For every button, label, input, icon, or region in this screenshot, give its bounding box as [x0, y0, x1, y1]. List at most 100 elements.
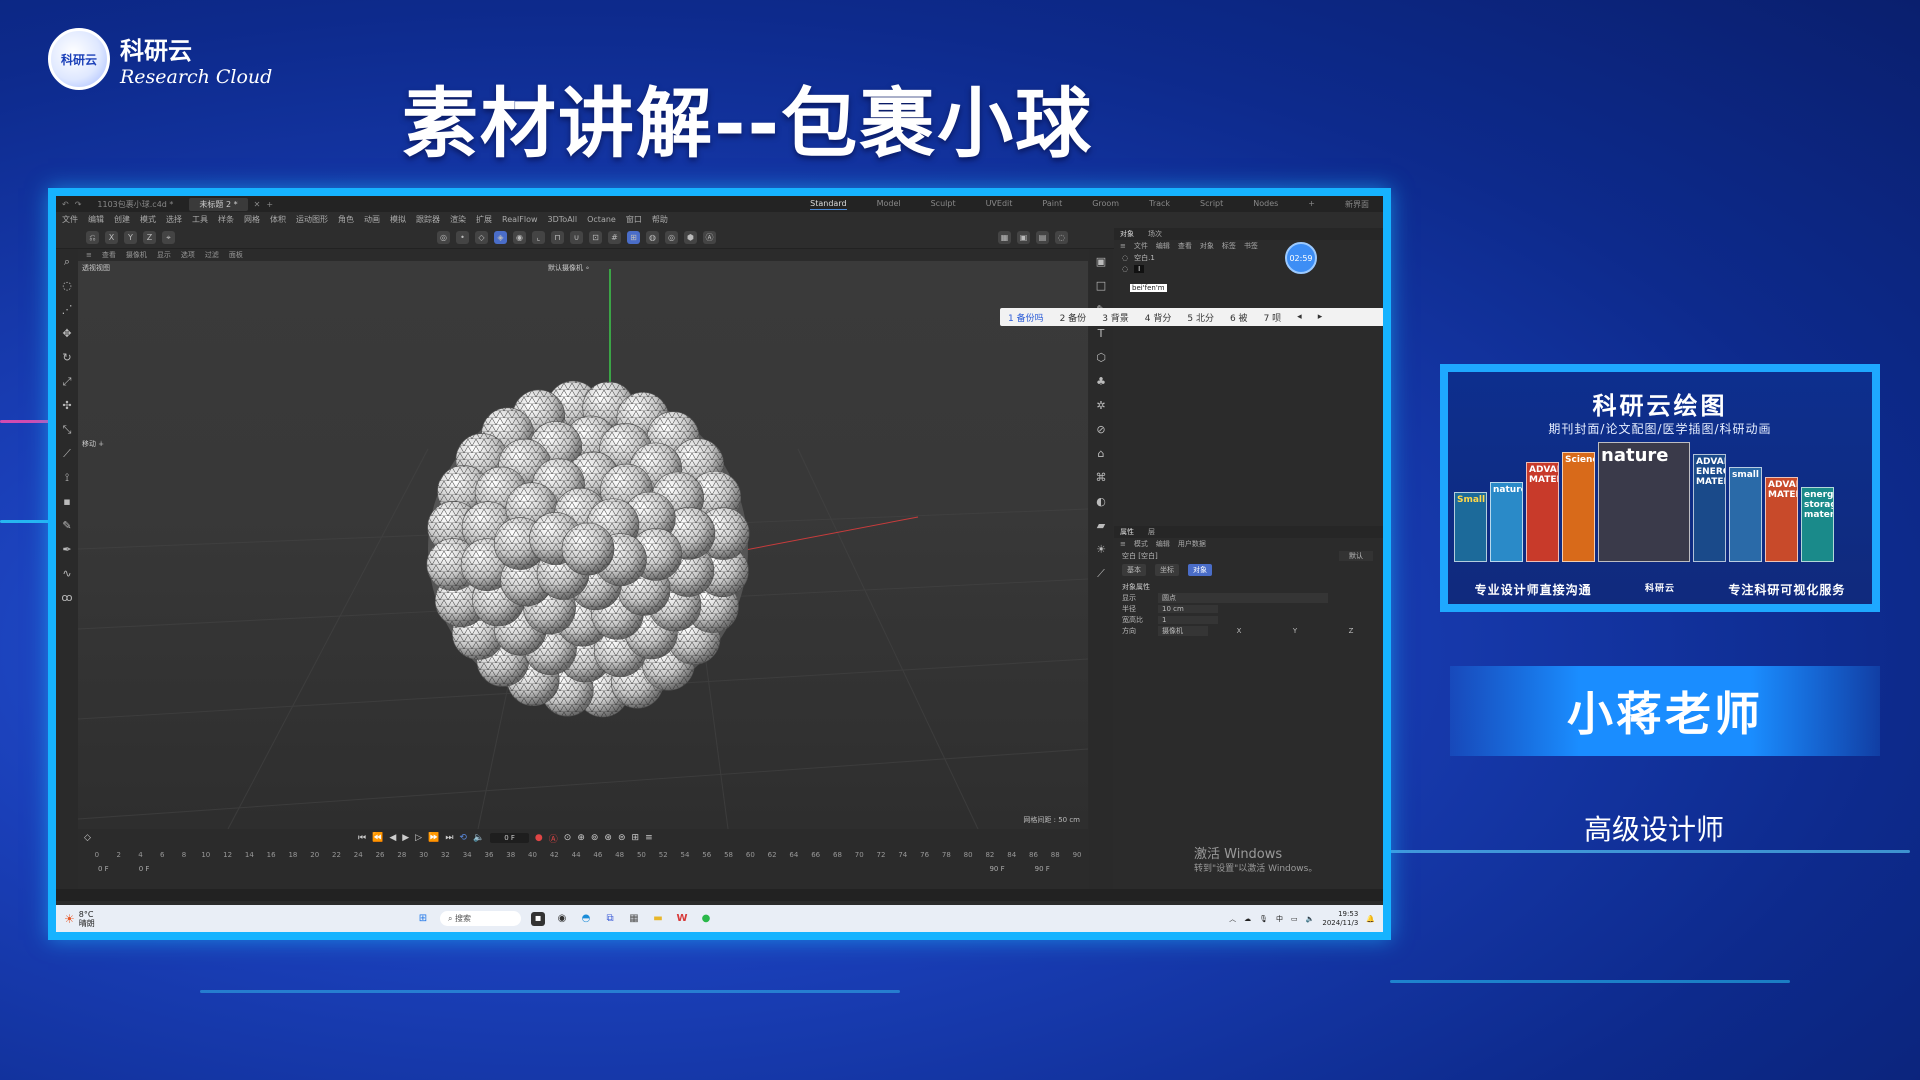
render-region-icon[interactable]: ◍ — [646, 231, 659, 244]
layout-uvedit[interactable]: UVEdit — [986, 199, 1013, 210]
render-settings-icon[interactable]: ⬢ — [684, 231, 697, 244]
selection-icon[interactable]: ◌ — [60, 279, 74, 293]
menu-item[interactable]: Octane — [587, 215, 616, 224]
workplane-icon[interactable]: ⊞ — [627, 231, 640, 244]
knife-icon[interactable]: ⟋ — [60, 447, 74, 461]
deformer-icon[interactable]: ✲ — [1094, 399, 1108, 413]
record-icon[interactable]: ● — [535, 833, 543, 843]
menu-item[interactable]: 角色 — [338, 214, 354, 225]
menu-item[interactable]: RealFlow — [502, 215, 538, 224]
camera-icon[interactable]: ◌ — [1055, 231, 1068, 244]
range-end[interactable]: 90 F — [1035, 865, 1050, 873]
mograph-icon[interactable]: ♣ — [1094, 375, 1108, 389]
text-icon[interactable]: T — [1094, 327, 1108, 341]
attr-field-aspect[interactable]: 宽高比 1 — [1114, 614, 1383, 625]
axis-z-icon[interactable]: Z — [143, 231, 156, 244]
aspect-input[interactable]: 1 — [1158, 615, 1218, 624]
menu-item[interactable]: 帮助 — [652, 214, 668, 225]
menu-item[interactable]: 窗口 — [626, 214, 642, 225]
loop-icon[interactable]: ⟲ — [459, 833, 467, 843]
menu-item[interactable]: 渲染 — [450, 214, 466, 225]
cinema4d-icon[interactable]: ⧉ — [603, 912, 617, 926]
live-select-icon[interactable]: ⋰ — [60, 303, 74, 317]
lock-icon[interactable]: ⊡ — [589, 231, 602, 244]
loop-select-icon[interactable]: ⟟ — [60, 471, 74, 485]
key-selection-icon[interactable]: ⊙ — [564, 833, 572, 843]
menu-item[interactable]: 样条 — [218, 214, 234, 225]
ime-next-icon[interactable]: ▸ — [1318, 312, 1323, 322]
object-row-renaming[interactable]: ◌ I — [1114, 263, 1383, 274]
hamburger-icon[interactable]: ≡ — [1120, 242, 1126, 250]
polygons-mode-icon[interactable]: ◈ — [494, 231, 507, 244]
menu-item[interactable]: 体积 — [270, 214, 286, 225]
current-frame-field[interactable]: 0 F — [490, 833, 529, 843]
volume-icon[interactable]: 🔈 — [1306, 915, 1315, 923]
folder-icon[interactable]: ▬ — [651, 912, 665, 926]
search-icon[interactable]: ⌕ — [60, 255, 74, 269]
orientation-select[interactable]: 摄像机 — [1158, 625, 1208, 636]
layout-standard[interactable]: Standard — [810, 199, 847, 210]
range-start[interactable]: 0 F — [98, 865, 109, 873]
om-menu-item[interactable]: 查看 — [1178, 241, 1192, 251]
om-menu-item[interactable]: 标签 — [1222, 241, 1236, 251]
layout-groom[interactable]: Groom — [1092, 199, 1119, 210]
field-icon[interactable]: ⊘ — [1094, 423, 1108, 437]
brush-icon[interactable]: ✎ — [60, 519, 74, 533]
calculator-icon[interactable]: ▦ — [627, 912, 641, 926]
layout-nodes[interactable]: Nodes — [1253, 199, 1278, 210]
taskbar-search[interactable]: ⌕ 搜索 — [440, 911, 522, 926]
close-tab-icon[interactable]: ✕ — [254, 200, 261, 209]
ime-candidate[interactable]: 5 北分 — [1187, 311, 1214, 324]
camera-object-icon[interactable]: ▰ — [1094, 519, 1108, 533]
layout-script[interactable]: Script — [1200, 199, 1223, 210]
attr-basic-button[interactable]: 基本 — [1122, 563, 1146, 576]
menu-item[interactable]: 选择 — [166, 214, 182, 225]
sun-icon[interactable]: ☀ — [1094, 543, 1108, 557]
goto-end-icon[interactable]: ⏭ — [445, 833, 453, 843]
menu-item[interactable]: 动画 — [364, 214, 380, 225]
layout-paint[interactable]: Paint — [1042, 199, 1062, 210]
network-icon[interactable]: ▭ — [1291, 915, 1298, 923]
ime-candidate[interactable]: 6 被 — [1230, 311, 1248, 324]
new-tab-icon[interactable]: + — [266, 200, 273, 209]
object-name[interactable]: 空白.1 — [1134, 253, 1155, 263]
timeline-ruler[interactable]: 0 2 4 6 8 10 12 14 16 18 20 22 24 26 28 30 32 34 36 38 40 42 4… — [78, 847, 1088, 863]
snap-icon[interactable]: ⊓ — [551, 231, 564, 244]
om-menu-item[interactable]: 对象 — [1200, 241, 1214, 251]
attr-object-button[interactable]: 对象 — [1188, 563, 1212, 576]
ime-candidate[interactable]: 2 备份 — [1060, 311, 1087, 324]
model-mode-icon[interactable]: ◎ — [437, 231, 450, 244]
ime-indicator[interactable]: 中 — [1276, 914, 1283, 924]
next-key-icon[interactable]: ⏩ — [428, 833, 439, 843]
om-menu-item[interactable]: 编辑 — [1156, 241, 1170, 251]
wrapped-spheres-object[interactable] — [408, 369, 768, 729]
attr-menu-item[interactable]: 模式 — [1134, 539, 1148, 549]
om-menu-item[interactable]: 书签 — [1244, 241, 1258, 251]
undo-icon[interactable]: ↶ — [62, 200, 69, 209]
menu-item[interactable]: 模式 — [140, 214, 156, 225]
null-icon[interactable]: □ — [1094, 279, 1108, 293]
menu-item[interactable]: 扩展 — [476, 214, 492, 225]
add-layout-icon[interactable]: + — [1308, 199, 1315, 210]
scale-tool-icon[interactable]: ⤢ — [60, 375, 74, 389]
undo-stack-icon[interactable]: ⎌ — [86, 231, 99, 244]
ime-candidate-bar[interactable]: 1 备份吗 2 备份 3 背景 4 背分 5 北分 6 被 7 呗 ◂ ▸ — [1000, 308, 1383, 326]
menu-item[interactable]: 创建 — [114, 214, 130, 225]
uv-mode-icon[interactable]: ◉ — [513, 231, 526, 244]
menu-item[interactable]: 跟踪器 — [416, 214, 440, 225]
render-view-icon[interactable]: ◎ — [665, 231, 678, 244]
tab-objects[interactable]: 对象 — [1120, 229, 1134, 239]
paint-icon[interactable]: ▪ — [60, 495, 74, 509]
cloud-icon[interactable]: ☁ — [1244, 915, 1251, 923]
key-position-icon[interactable]: ⊕ — [577, 833, 585, 843]
key-scale-icon[interactable]: ⊛ — [604, 833, 612, 843]
task-view-icon[interactable]: ▪ — [531, 911, 546, 926]
redo-icon[interactable]: ↷ — [75, 200, 82, 209]
3d-viewport[interactable]: ≡ 查看 摄像机 显示 选项 过滤 面板 透视视图 默认摄像机 ∘ 移动 ∔ 网… — [78, 249, 1088, 829]
dope-icon[interactable]: ≡ — [645, 833, 653, 843]
rotate-tool-icon[interactable]: ↻ — [60, 351, 74, 365]
menu-item[interactable]: 编辑 — [88, 214, 104, 225]
attr-field-display[interactable]: 显示 圆点 — [1114, 592, 1383, 603]
edges-mode-icon[interactable]: ◇ — [475, 231, 488, 244]
weather-widget[interactable]: ☀ 8°C 晴朗 — [56, 910, 416, 928]
